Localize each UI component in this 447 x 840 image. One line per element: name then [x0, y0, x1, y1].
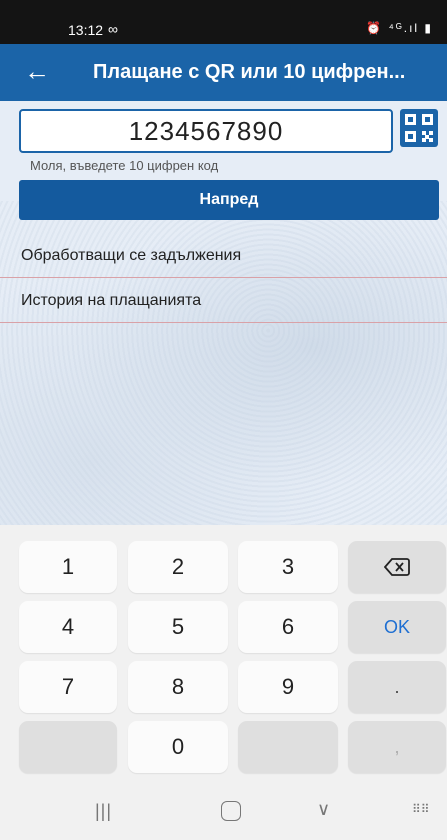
main-content: 1234567890 Моля, въведете 10 цифрен код …	[0, 101, 447, 525]
input-hint: Моля, въведете 10 цифрен код	[30, 158, 219, 173]
qr-code-button[interactable]	[400, 109, 438, 147]
ok-key[interactable]: OK	[348, 601, 446, 653]
key-9[interactable]: 9	[238, 661, 338, 713]
app-bar: ← Плащане с QR или 10 цифрен...	[0, 44, 447, 101]
status-bar: 13:12 ∞ ⏰ ⁴ᴳ.ıl ▮	[0, 0, 447, 44]
key-8[interactable]: 8	[128, 661, 228, 713]
backspace-icon	[383, 558, 410, 576]
key-1[interactable]: 1	[19, 541, 117, 593]
qr-code-icon	[400, 109, 438, 147]
status-time: 13:12	[68, 22, 104, 38]
menu-item-payment-history[interactable]: История на плащанията	[0, 278, 447, 323]
menu-item-pending-obligations[interactable]: Обработващи се задължения	[0, 233, 447, 278]
key-3[interactable]: 3	[238, 541, 338, 593]
key-comma[interactable]: ,	[348, 721, 446, 773]
key-period[interactable]: .	[348, 661, 446, 713]
numeric-keypad: 1 2 3 4 5 6 OK 7 8 9 . 0 ,	[0, 525, 447, 787]
backspace-key[interactable]	[348, 541, 446, 593]
key-5[interactable]: 5	[128, 601, 228, 653]
code-input[interactable]: 1234567890	[19, 109, 393, 153]
key-empty-right	[238, 721, 338, 773]
next-button[interactable]: Напред	[19, 180, 439, 220]
key-empty-left	[19, 721, 117, 773]
recent-apps-button[interactable]: |||	[95, 801, 112, 822]
back-arrow-icon[interactable]: ←	[24, 56, 50, 86]
page-title: Плащане с QR или 10 цифрен...	[93, 61, 406, 83]
system-nav-bar: ||| ∨ ⠿⠿	[0, 787, 447, 840]
key-0[interactable]: 0	[128, 721, 228, 773]
key-7[interactable]: 7	[19, 661, 117, 713]
infinity-icon: ∞	[108, 21, 118, 37]
status-icons: ⏰ ⁴ᴳ.ıl ▮	[366, 21, 433, 35]
nav-back-button[interactable]: ∨	[317, 799, 330, 820]
home-button[interactable]	[221, 801, 241, 821]
key-4[interactable]: 4	[19, 601, 117, 653]
key-2[interactable]: 2	[128, 541, 228, 593]
keyboard-switch-icon[interactable]: ⠿⠿	[412, 802, 430, 816]
key-6[interactable]: 6	[238, 601, 338, 653]
